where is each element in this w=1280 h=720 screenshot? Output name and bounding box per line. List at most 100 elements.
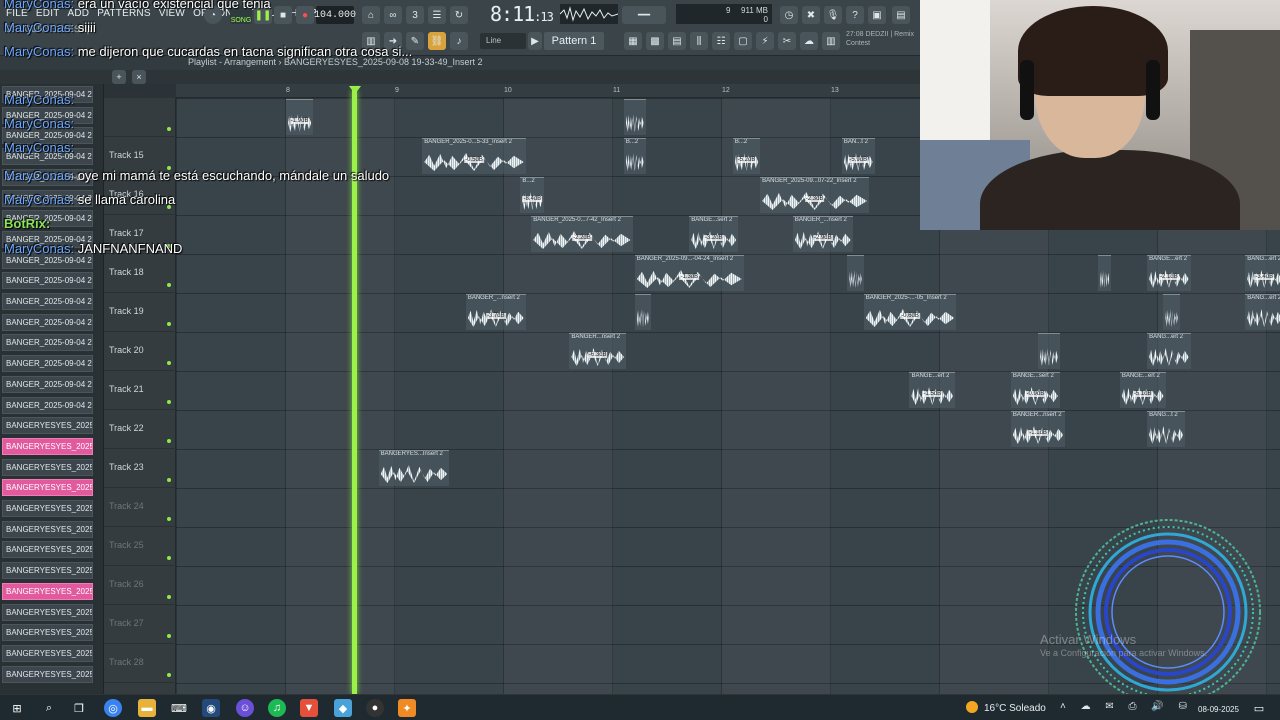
master-volume-slider[interactable]: ━━ [622, 6, 666, 24]
copilot-icon[interactable]: ◎ [104, 699, 122, 717]
browser-item[interactable]: BANGER_2025-09-04 21- [2, 375, 93, 393]
plugin-icon[interactable]: ✖ [802, 6, 820, 24]
system-tray[interactable]: ˄ ☁ ✉ ⎙ 🔊 ⛁ [1060, 701, 1193, 712]
browser-item[interactable]: BANGERYESYES_2025-09- [2, 665, 93, 683]
browser-item[interactable]: BANGER_2025-09-04 21- [2, 355, 93, 373]
audio-clip[interactable]: BANGE...sert 2 -3.2dB [689, 216, 739, 252]
store-icon[interactable]: ▥ [822, 32, 840, 50]
audio-clip[interactable]: BANG...ert 2 [1147, 333, 1191, 369]
track-header[interactable]: Track 21 [104, 371, 176, 410]
plug-icon[interactable]: ⚡ [756, 32, 774, 50]
mixer-icon[interactable]: ⫼ [690, 32, 708, 50]
audio-clip[interactable]: BANGER_2025-09...-04-24_Insert 2 -1.3dB [634, 255, 744, 291]
audio-clip[interactable] [1098, 255, 1112, 291]
track-header[interactable] [104, 98, 176, 137]
obs-icon[interactable]: ● [366, 699, 384, 717]
metronome-icon[interactable]: ⌂ [362, 6, 380, 24]
playlist-icon[interactable]: ▦ [624, 32, 642, 50]
steam-icon[interactable]: ◉ [202, 699, 220, 717]
browser-icon[interactable]: ☷ [712, 32, 730, 50]
snap-selector[interactable]: Line [480, 33, 526, 49]
browser-item[interactable]: BANGERYESYES_2025-09- [2, 479, 93, 497]
track-header[interactable]: Track 26 [104, 566, 176, 605]
mic-icon[interactable]: 🎙 [824, 6, 842, 24]
pattern-selector[interactable]: Pattern 1 [544, 32, 604, 50]
task-view-icon[interactable]: ❐ [70, 699, 88, 717]
audio-clip[interactable] [847, 255, 864, 291]
audio-clip[interactable]: B...2 -5.2dB [732, 138, 761, 174]
brave-icon[interactable]: ▼ [300, 699, 318, 717]
browser-item[interactable]: BANGERYESYES_2025-09- [2, 562, 93, 580]
track-header[interactable]: Track 28 [104, 644, 176, 683]
fl-studio-icon[interactable]: ✦ [398, 699, 416, 717]
help-icon[interactable]: ? [846, 6, 864, 24]
audio-clip[interactable] [1163, 294, 1180, 330]
track-led-icon[interactable] [167, 400, 171, 404]
browser-item[interactable]: BANGER_2025-09-04 21- [2, 272, 93, 290]
track-header[interactable]: Track 20 [104, 332, 176, 371]
windows-start-icon[interactable]: ⊞ [8, 699, 26, 717]
audio-clip[interactable]: -1.9dB [286, 99, 314, 135]
countdown-icon[interactable]: 3 [406, 6, 424, 24]
audio-clip[interactable]: BANGER_2025-0...7-42_Insert 2 -2.2dB [531, 216, 633, 252]
track-led-icon[interactable] [167, 478, 171, 482]
track-led-icon[interactable] [167, 634, 171, 638]
browser-item[interactable]: BANGERYESYES_2025-09- [2, 458, 93, 476]
audio-clip[interactable]: BANGER_2025-...-05_Insert 2 -0.6dB [863, 294, 957, 330]
track-led-icon[interactable] [167, 322, 171, 326]
audio-clip[interactable]: BANGE...ert 2 -2.1dB [1147, 255, 1191, 291]
sample-icon[interactable]: ▢ [734, 32, 752, 50]
channel-rack-icon[interactable]: ▩ [646, 32, 664, 50]
pattern-prev-icon[interactable]: ▶ [528, 32, 542, 50]
close-icon[interactable]: × [132, 70, 146, 84]
record-icon[interactable]: ● [296, 6, 314, 24]
browser-item[interactable]: BANGER_2025-09-04 21- [2, 293, 93, 310]
tools-icon[interactable]: ✂ [778, 32, 796, 50]
audio-clip[interactable]: BANGER_2025-09...07-22_Insert 2 -2.3dB [760, 177, 870, 213]
weather-widget[interactable]: 16°C Soleado [966, 701, 1046, 714]
audio-clip[interactable]: BANGE...ert 2 -1.5dB [909, 372, 956, 408]
track-header[interactable]: Track 24 [104, 488, 176, 527]
loop-record-icon[interactable]: ↻ [450, 6, 468, 24]
track-header[interactable]: Track 25 [104, 527, 176, 566]
audio-clip[interactable]: BANG...ert 2 [1245, 294, 1280, 330]
search-icon[interactable]: ⌕ [40, 699, 58, 717]
browser-item[interactable]: BANGERYESYES_2025-09- [2, 603, 93, 621]
audio-clip[interactable] [1038, 333, 1060, 369]
app-icon[interactable]: ◆ [334, 699, 352, 717]
browser-item[interactable]: BANGERYESYES_2025-09- [2, 644, 93, 662]
track-led-icon[interactable] [167, 127, 171, 131]
browser-item[interactable]: BANGER_2025-09-04 21- [2, 313, 93, 331]
audio-clip[interactable]: B...2 [623, 138, 646, 174]
audio-clip[interactable]: B...2 -8.4dB [520, 177, 545, 213]
file-explorer-icon[interactable]: ▬ [138, 699, 156, 717]
audio-clip[interactable]: BANGER_...nsert 2 -2.9dB [792, 216, 853, 252]
track-header[interactable]: Track 18 [104, 254, 176, 293]
track-header[interactable]: Track 22 [104, 410, 176, 449]
audio-clip[interactable]: BAN...t 2 -5.9dB [841, 138, 875, 174]
bell-icon[interactable]: ♪ [450, 32, 468, 50]
browser-item[interactable]: BANGERYESYES_2025-09- [2, 500, 93, 517]
cloud-icon[interactable]: ☁ [800, 32, 818, 50]
audio-clip[interactable]: BANGERYES...Insert 2 [378, 450, 450, 486]
add-icon[interactable]: + [112, 70, 126, 84]
track-led-icon[interactable] [167, 673, 171, 677]
track-led-icon[interactable] [167, 283, 171, 287]
track-header[interactable]: Track 23 [104, 449, 176, 488]
browser-item[interactable]: BANGER_2025-09-04 21- [2, 334, 93, 352]
browser-item[interactable]: BANGERYESYES_2025-09- [2, 582, 93, 600]
track-header[interactable]: Track 19 [104, 293, 176, 332]
piano-roll-icon[interactable]: ▤ [668, 32, 686, 50]
notification-icon[interactable]: ▭ [1250, 699, 1268, 717]
audio-clip[interactable]: BANGER...nsert 2 -1.1dB [1010, 411, 1066, 447]
blend-icon[interactable]: ☰ [428, 6, 446, 24]
wait-icon[interactable]: ∞ [384, 6, 402, 24]
spotify-icon[interactable]: ♫ [268, 699, 286, 717]
save-icon[interactable]: ▣ [868, 6, 886, 24]
track-led-icon[interactable] [167, 595, 171, 599]
discord-icon[interactable]: ☺ [236, 699, 254, 717]
browser-item[interactable]: BANGERYESYES_2025-09- [2, 541, 93, 559]
audio-clip[interactable]: BANGE...sert 2 -0.9dB [1010, 372, 1060, 408]
track-led-icon[interactable] [167, 517, 171, 521]
audio-clip[interactable]: BANGE...ert 2 -5.1dB [1119, 372, 1166, 408]
